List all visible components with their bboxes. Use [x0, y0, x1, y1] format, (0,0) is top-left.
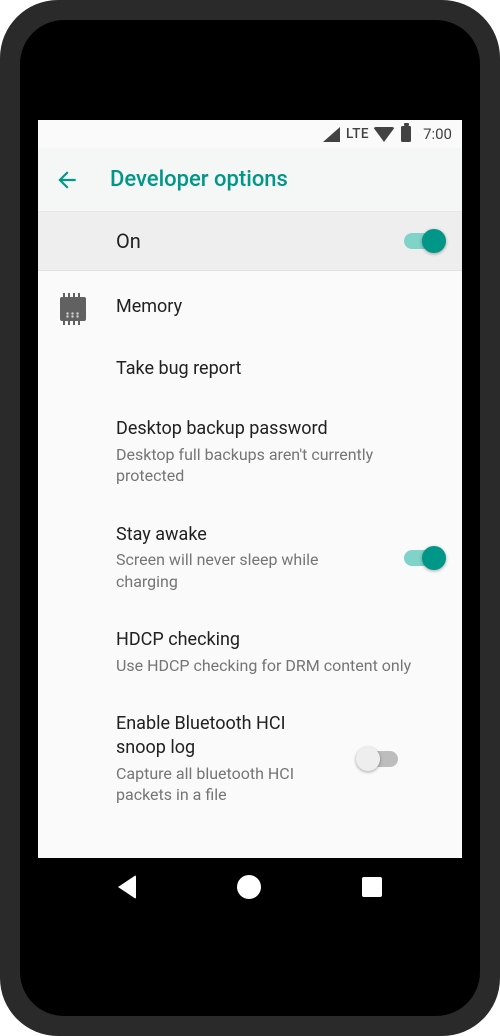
- phone-frame: LTE 7:00 Developer options On: [0, 0, 500, 1036]
- app-bar: Developer options: [38, 148, 462, 212]
- master-switch-toggle[interactable]: [404, 233, 444, 249]
- item-title: Desktop backup password: [116, 417, 436, 441]
- cell-signal-icon: [323, 127, 340, 142]
- master-switch-label: On: [116, 229, 141, 253]
- network-type: LTE: [346, 126, 369, 142]
- arrow-back-icon: [54, 167, 80, 193]
- phone-bezel: LTE 7:00 Developer options On: [20, 20, 480, 1016]
- item-title: HDCP checking: [116, 628, 436, 652]
- item-subtitle: Use HDCP checking for DRM content only: [116, 655, 436, 677]
- clock: 7:00: [423, 125, 452, 143]
- nav-home-button[interactable]: [237, 875, 261, 899]
- battery-icon: [401, 126, 411, 142]
- item-title: Memory: [116, 295, 436, 319]
- wifi-icon: [373, 127, 395, 142]
- list-item-stay-awake[interactable]: Stay awake Screen will never sleep while…: [38, 505, 462, 610]
- chip-icon: [60, 297, 86, 321]
- page-title: Developer options: [110, 167, 288, 192]
- status-bar: LTE 7:00: [38, 120, 462, 148]
- screen: LTE 7:00 Developer options On: [38, 120, 462, 916]
- list-item-bug-report[interactable]: Take bug report: [38, 339, 462, 399]
- list-item-hdcp-checking[interactable]: HDCP checking Use HDCP checking for DRM …: [38, 610, 462, 694]
- back-button[interactable]: [54, 167, 80, 193]
- item-subtitle: Desktop full backups aren't currently pr…: [116, 444, 396, 487]
- list-item-memory[interactable]: Memory: [38, 277, 462, 339]
- list-item-bluetooth-hci-snoop[interactable]: Enable Bluetooth HCI snoop log Capture a…: [38, 694, 462, 824]
- item-title: Stay awake: [116, 523, 374, 547]
- navigation-bar: [38, 858, 462, 916]
- master-switch-row[interactable]: On: [38, 212, 462, 271]
- item-title: Enable Bluetooth HCI snoop log: [116, 712, 328, 761]
- settings-list: Memory Take bug report Desktop backup pa…: [38, 271, 462, 824]
- stay-awake-toggle[interactable]: [404, 550, 444, 566]
- item-subtitle: Capture all bluetooth HCI packets in a f…: [116, 763, 328, 806]
- list-item-desktop-backup-password[interactable]: Desktop backup password Desktop full bac…: [38, 399, 462, 504]
- bt-hci-snoop-toggle[interactable]: [358, 751, 398, 767]
- nav-back-button[interactable]: [118, 875, 136, 899]
- item-title: Take bug report: [116, 357, 436, 381]
- nav-recents-button[interactable]: [362, 877, 382, 897]
- item-subtitle: Screen will never sleep while charging: [116, 549, 374, 592]
